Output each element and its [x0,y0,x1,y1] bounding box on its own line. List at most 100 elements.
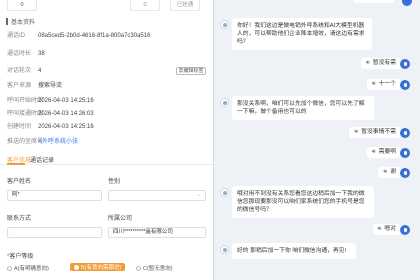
detail-tabs: 客户信息 通话记录 [0,152,213,165]
info-label: 通话ID [7,33,26,39]
company-field[interactable]: 四川**********遥有限公司 [108,227,206,238]
label-text: 联系方式 [7,216,32,222]
info-row-duration: 通话时长 38 [7,49,213,59]
info-label: 通话时长 [7,51,32,57]
user-avatar [402,0,412,6]
info-value: 38 [38,51,45,57]
info-label: 推送的坐席号 [7,139,44,145]
stat-card: 已挂通 [170,0,200,11]
level-option-c[interactable]: C(暂无意向) [136,264,173,272]
user-avatar [400,59,410,69]
speaker-icon[interactable]: 🔊︎ [366,58,370,69]
message-text: 嗯对 [384,226,396,232]
info-label: 呼叫开始时间 [7,98,44,104]
bot-message: 好的 那稍后加一下你 咱们微信沟通，再见! [232,243,356,259]
gender-select[interactable]: ⌄ [108,190,206,201]
section-title-basic: 基本资料 [6,17,35,26]
info-value: 08a5ced5-2b0d-4616-8f1a-800a7c30a516 [38,33,151,39]
info-label: 呼叫接通时间 [7,111,44,117]
bot-message: 哦对用不到没有关系您看您这边稍后加一下我的微信您那现要那没可以咱们家系统们您的手… [232,186,374,218]
info-value: 2026-04-03 14:26:03 [38,111,94,117]
user-avatar [400,80,410,90]
bot-message: 那没关系啊，咱们可以先加个微信，您可以先了解一下嘛，做个备用也可以的 [232,96,374,120]
stat-card: 0 [7,0,37,11]
level-option-a[interactable]: A(有明确意向) [7,264,49,272]
agent-link[interactable]: A外呼系统小张 [38,137,78,147]
radio-label: B(有意向需跟进) [81,265,122,271]
user-message: 🔊︎ 谢 [378,167,401,178]
customer-detail-panel: 0 0 已挂通 基本资料 通话ID 08a5ced5-2b0d-4616-8f1… [0,0,213,280]
speaker-icon[interactable]: 🔊︎ [383,167,387,178]
company-label: 所属公司 [108,213,132,222]
info-value: 2026-04-03 14:25:16 [38,124,94,130]
label-text: 性别 [108,179,121,185]
bot-avatar [220,20,229,29]
label-text: 客户姓名 [7,179,32,185]
user-avatar [400,148,410,158]
bot-avatar [220,188,229,197]
radio-label: A(有明确意向) [14,266,49,272]
contact-label: 联系方式 [7,213,31,222]
info-row-created: 创建时间 2026-04-03 14:25:16 [7,122,213,132]
section-marker [6,18,8,25]
info-value: 2026-04-03 14:25:16 [38,98,94,104]
radio-label: C(暂无意向) [143,266,173,272]
edit-tags-button[interactable]: 去编辑标签 [176,67,206,75]
message-text: 需要啊 [378,149,396,155]
customer-name-field[interactable]: 阿* [7,190,102,201]
user-message: 🔊︎ 暂没事情不需 [349,127,401,138]
speaker-icon[interactable]: 🔊︎ [372,147,376,158]
level-label: *客户等级 [7,251,33,260]
label-text: 所属公司 [108,216,133,222]
info-value: 4 [38,68,42,74]
contact-field[interactable] [7,227,102,238]
chevron-down-icon: ⌄ [196,192,201,198]
info-row-agent: 推送的坐席号 A外呼系统小张 [7,137,213,147]
active-tab-indicator [7,163,25,165]
info-row-source: 客户来源 搜索导流 [7,81,213,91]
radio-dot [74,264,79,270]
message-text: 暂没事情不需 [361,129,396,135]
message-bubble-partial [354,0,394,3]
section-title-text: 基本资料 [11,20,36,26]
tab-call-record[interactable]: 通话记录 [30,155,54,164]
stat-card: 0 [130,0,160,11]
user-message: 🔊︎ 暂没有需 [361,58,401,69]
stat-card-label: 已挂通 [176,2,194,8]
stat-card-value: 0 [20,2,24,8]
field-value: 四川**********遥有限公司 [113,229,173,235]
level-option-b[interactable]: B(有意向需跟进) [70,263,126,271]
bot-avatar [220,245,229,254]
info-label: 对话轮次 [7,68,32,74]
speaker-icon[interactable]: 🔊︎ [354,127,358,138]
message-text: 暂没有需 [372,60,396,66]
chat-transcript[interactable]: 你好！我们这边是做电销外呼系统和AI大模型机器人的，可以帮助他们企业降本增效，请… [214,0,420,280]
info-row-call-start: 呼叫开始时间 2026-04-03 14:25:16 [7,96,213,106]
info-row-call-id: 通话ID 08a5ced5-2b0d-4616-8f1a-800a7c30a51… [7,31,213,41]
label-text: 客户等级 [9,254,34,260]
stat-cards: 0 0 已挂通 [0,0,213,13]
user-avatar [400,128,410,138]
user-message: 🔊︎ 需要啊 [366,147,401,158]
gender-label: 性别 [108,176,120,185]
stat-card-value: 0 [143,2,147,8]
info-label: 创建时间 [7,124,32,130]
user-avatar [400,225,410,235]
bot-message: 你好！我们这边是做电销外呼系统和AI大模型机器人的，可以帮助他们企业降本增效，请… [232,18,372,50]
info-label: 客户来源 [7,83,32,89]
message-text: 十一个 [378,81,396,87]
info-value: 搜索导流 [38,83,63,89]
speaker-icon[interactable]: 🔊︎ [378,224,382,235]
message-text: 谢 [390,169,396,175]
user-message: 🔊︎ 嗯对 [372,224,401,235]
customer-name-label: 客户姓名 [7,176,31,185]
previous-message-edge [214,0,420,6]
bot-avatar [220,98,229,107]
speaker-icon[interactable]: 🔊︎ [372,79,376,90]
info-row-call-connect: 呼叫接通时间 2026-04-03 14:26:03 [7,109,213,119]
radio-dot [7,265,12,271]
user-avatar [400,168,410,178]
radio-dot [136,265,141,271]
user-message: 🔊︎ 十一个 [366,79,401,90]
field-value: 阿* [12,192,20,198]
